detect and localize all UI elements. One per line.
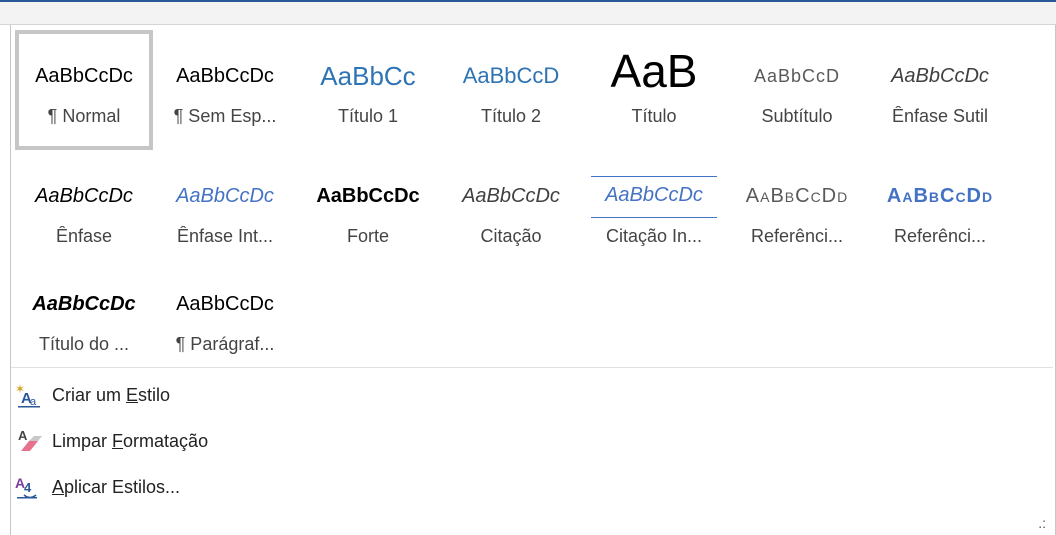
style-sem-espacamento[interactable]: AaBbCcDc ¶ Sem Esp... [156, 30, 294, 150]
style-label: Referênci... [750, 226, 844, 246]
style-enfase-sutil[interactable]: AaBbCcDc Ênfase Sutil [871, 30, 1009, 150]
create-style-command[interactable]: ✶ A a Criar um Estilo [12, 378, 170, 412]
style-titulo-2[interactable]: AaBbCcD Título 2 [442, 30, 580, 150]
style-titulo-do-livro[interactable]: AaBbCcDc Título do ... [15, 258, 153, 378]
style-enfase[interactable]: AaBbCcDc Ênfase [15, 150, 153, 270]
style-titulo-1[interactable]: AaBbCc Título 1 [299, 30, 437, 150]
style-sample: AaB [610, 48, 698, 97]
style-sample: AaBbCcDc [32, 293, 136, 315]
style-sample: AaBbCcDc [891, 65, 989, 87]
style-label: Ênfase [55, 226, 113, 246]
style-referencia-sutil[interactable]: AaBbCcDd Referênci... [728, 150, 866, 270]
style-label: Título 2 [480, 106, 542, 126]
style-sample: AaBbCcDc [35, 65, 133, 87]
style-citacao-intensa[interactable]: AaBbCcDc Citação In... [585, 150, 723, 270]
style-label: ¶ Sem Esp... [173, 106, 277, 126]
style-label: Citação In... [605, 226, 703, 246]
gallery-divider [11, 367, 1053, 368]
style-sample: AaBbCcDc [176, 293, 274, 315]
svg-text:A: A [18, 428, 28, 443]
style-sample: AaBbCcDc [176, 65, 274, 87]
style-label: Referênci... [893, 226, 987, 246]
create-style-icon: ✶ A a [12, 381, 52, 409]
style-sample: AaBbCcD [462, 63, 560, 88]
style-label: Título 1 [337, 106, 399, 126]
style-sample: AaBbCcDc [35, 185, 133, 207]
svg-text:4: 4 [24, 480, 32, 495]
style-sample: AaBbCcDc [316, 185, 420, 207]
style-label: ¶ Parágraf... [175, 334, 275, 354]
style-label: Título [631, 106, 677, 126]
style-subtitulo[interactable]: AaBbCcD Subtítulo [728, 30, 866, 150]
style-label: Ênfase Int... [176, 226, 274, 246]
style-label: Subtítulo [761, 106, 833, 126]
style-enfase-intensa[interactable]: AaBbCcDc Ênfase Int... [156, 150, 294, 270]
apply-styles-icon: A 4 [12, 473, 52, 501]
style-label: Forte [346, 226, 389, 246]
style-label: Citação [480, 226, 542, 246]
clear-formatting-icon: A [12, 427, 52, 455]
style-sample: AaBbCcDc [591, 176, 717, 218]
style-sample: AaBbCc [320, 61, 416, 91]
apply-styles-command[interactable]: A 4 Aplicar Estilos... [12, 470, 180, 504]
apply-styles-label: Aplicar Estilos... [52, 476, 181, 497]
style-sample: AaBbCcD [753, 66, 841, 86]
style-referencia-intensa[interactable]: AaBbCcDd Referênci... [871, 150, 1009, 270]
style-titulo[interactable]: AaB Título [585, 30, 723, 150]
style-citacao[interactable]: AaBbCcDc Citação [442, 150, 580, 270]
resize-grip-icon[interactable]: .: [1038, 515, 1046, 531]
style-normal[interactable]: AaBbCcDc ¶ Normal [15, 30, 153, 150]
style-sample: AaBbCcDc [462, 185, 560, 207]
style-label: Ênfase Sutil [891, 106, 989, 126]
style-sample: AaBbCcDd [745, 185, 849, 207]
style-paragrafo-lista[interactable]: AaBbCcDc ¶ Parágraf... [156, 258, 294, 378]
style-label: Título do ... [38, 334, 130, 354]
style-label: ¶ Normal [47, 106, 121, 126]
clear-formatting-command[interactable]: A Limpar Formatação [12, 424, 208, 458]
style-sample: AaBbCcDc [176, 185, 274, 207]
ribbon-edge [0, 2, 1056, 25]
style-forte[interactable]: AaBbCcDc Forte [299, 150, 437, 270]
create-style-label: Criar um Estilo [52, 384, 171, 405]
style-sample: AaBbCcDd [886, 185, 994, 207]
clear-formatting-label: Limpar Formatação [52, 430, 209, 451]
